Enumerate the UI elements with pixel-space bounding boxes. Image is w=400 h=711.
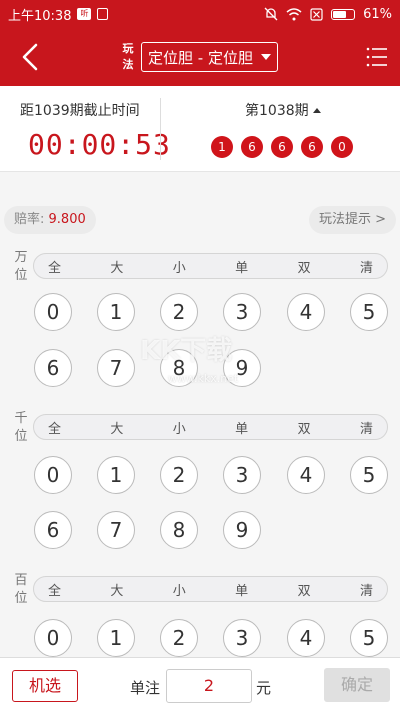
result-ball: 1: [211, 136, 233, 158]
odds-bar: 赔率: 9.800 玩法提示 >: [0, 204, 400, 236]
play-type-select[interactable]: 定位胆 - 定位胆: [141, 42, 278, 72]
quick-clear[interactable]: 清: [360, 257, 373, 276]
number-button[interactable]: 9: [223, 511, 261, 549]
number-button[interactable]: 0: [34, 619, 72, 657]
section-bai: 百 位 全 大 小 单 双 清 0 1 2 3 4 5: [0, 572, 400, 657]
number-button[interactable]: 5: [350, 293, 388, 331]
play-hint-button[interactable]: 玩法提示 >: [308, 206, 396, 234]
mute-icon: [264, 7, 278, 21]
result-ball: 6: [301, 136, 323, 158]
result-ball: 6: [271, 136, 293, 158]
quick-small[interactable]: 小: [173, 257, 186, 276]
status-time: 上午10:38: [8, 8, 72, 24]
play-label: 玩法: [122, 42, 134, 71]
info-divider: [160, 98, 161, 160]
listen-icon: 听: [77, 8, 92, 20]
quick-big[interactable]: 大: [110, 257, 123, 276]
battery-icon: [331, 8, 356, 20]
battery-level: 61%: [363, 6, 392, 22]
position-label: 万 位: [14, 250, 28, 283]
random-pick-button[interactable]: 机选: [12, 670, 78, 702]
quick-all[interactable]: 全: [48, 257, 61, 276]
quick-all[interactable]: 全: [48, 580, 61, 599]
quick-all[interactable]: 全: [48, 418, 61, 437]
quick-clear[interactable]: 清: [360, 418, 373, 437]
number-button[interactable]: 2: [160, 456, 198, 494]
quick-even[interactable]: 双: [298, 418, 311, 437]
status-bar: 上午10:38 听 61%: [0, 0, 400, 28]
number-button[interactable]: 9: [223, 349, 261, 387]
number-button[interactable]: 1: [97, 293, 135, 331]
quick-odd[interactable]: 单: [235, 418, 248, 437]
quick-even[interactable]: 双: [298, 257, 311, 276]
number-button[interactable]: 1: [97, 456, 135, 494]
number-button[interactable]: 0: [34, 293, 72, 331]
notification-icon: [97, 8, 109, 20]
odds-value: 9.800: [48, 212, 86, 227]
unit-label: 单注: [130, 679, 161, 697]
odds-label: 赔率:: [14, 212, 45, 227]
deadline-label: 距1039期截止时间: [20, 103, 140, 119]
quick-select-bar: 全 大 小 单 双 清: [33, 576, 388, 602]
number-button[interactable]: 0: [34, 456, 72, 494]
section-wan: 万 位 全 大 小 单 双 清 0 1 2 3 4 5 6 7 8 9: [0, 249, 400, 399]
caret-down-icon: [261, 54, 271, 60]
number-button[interactable]: 3: [223, 456, 261, 494]
quick-odd[interactable]: 单: [235, 580, 248, 599]
wifi-icon: [286, 7, 302, 20]
quick-big[interactable]: 大: [110, 580, 123, 599]
number-button[interactable]: 7: [97, 511, 135, 549]
result-ball: 0: [331, 136, 353, 158]
confirm-button[interactable]: 确定: [324, 668, 390, 702]
quick-select-bar: 全 大 小 单 双 清: [33, 414, 388, 440]
number-button[interactable]: 2: [160, 619, 198, 657]
caret-up-icon: [312, 107, 321, 113]
number-button[interactable]: 8: [160, 349, 198, 387]
bottom-bar: 机选 单注 2 元 确定: [0, 657, 400, 711]
unit-amount-input[interactable]: 2: [166, 669, 252, 703]
section-qian: 千 位 全 大 小 单 双 清 0 1 2 3 4 5 6 7 8 9: [0, 410, 400, 560]
quick-small[interactable]: 小: [173, 580, 186, 599]
issue-info-panel: 距1039期截止时间 00:00:53 第1038期: [0, 86, 400, 172]
last-issue-label: 第1038期: [245, 103, 309, 119]
quick-even[interactable]: 双: [298, 580, 311, 599]
result-ball: 6: [241, 136, 263, 158]
number-button[interactable]: 6: [34, 349, 72, 387]
number-button[interactable]: 4: [287, 293, 325, 331]
number-button[interactable]: 6: [34, 511, 72, 549]
number-button[interactable]: 5: [350, 619, 388, 657]
number-button[interactable]: 3: [223, 619, 261, 657]
sim-off-icon: [310, 7, 323, 21]
number-button[interactable]: 4: [287, 619, 325, 657]
number-button[interactable]: 1: [97, 619, 135, 657]
quick-small[interactable]: 小: [173, 418, 186, 437]
number-button[interactable]: 7: [97, 349, 135, 387]
position-label: 百 位: [14, 573, 28, 606]
yuan-label: 元: [256, 679, 272, 697]
number-button[interactable]: 5: [350, 456, 388, 494]
quick-big[interactable]: 大: [110, 418, 123, 437]
menu-list-icon[interactable]: [366, 46, 388, 68]
last-result-balls: 1 6 6 6 0: [211, 136, 353, 158]
odds-pill: 赔率: 9.800: [4, 206, 96, 234]
number-button[interactable]: 2: [160, 293, 198, 331]
number-button[interactable]: 4: [287, 456, 325, 494]
header-bar: 玩法 定位胆 - 定位胆: [0, 28, 400, 86]
position-label: 千 位: [14, 411, 28, 444]
last-issue-toggle[interactable]: 第1038期: [245, 100, 321, 120]
quick-select-bar: 全 大 小 单 双 清: [33, 253, 388, 279]
play-type-value: 定位胆 - 定位胆: [148, 48, 253, 67]
quick-odd[interactable]: 单: [235, 257, 248, 276]
number-button[interactable]: 3: [223, 293, 261, 331]
quick-clear[interactable]: 清: [360, 580, 373, 599]
countdown-timer: 00:00:53: [28, 128, 171, 161]
number-button[interactable]: 8: [160, 511, 198, 549]
back-arrow-icon[interactable]: [14, 40, 48, 74]
